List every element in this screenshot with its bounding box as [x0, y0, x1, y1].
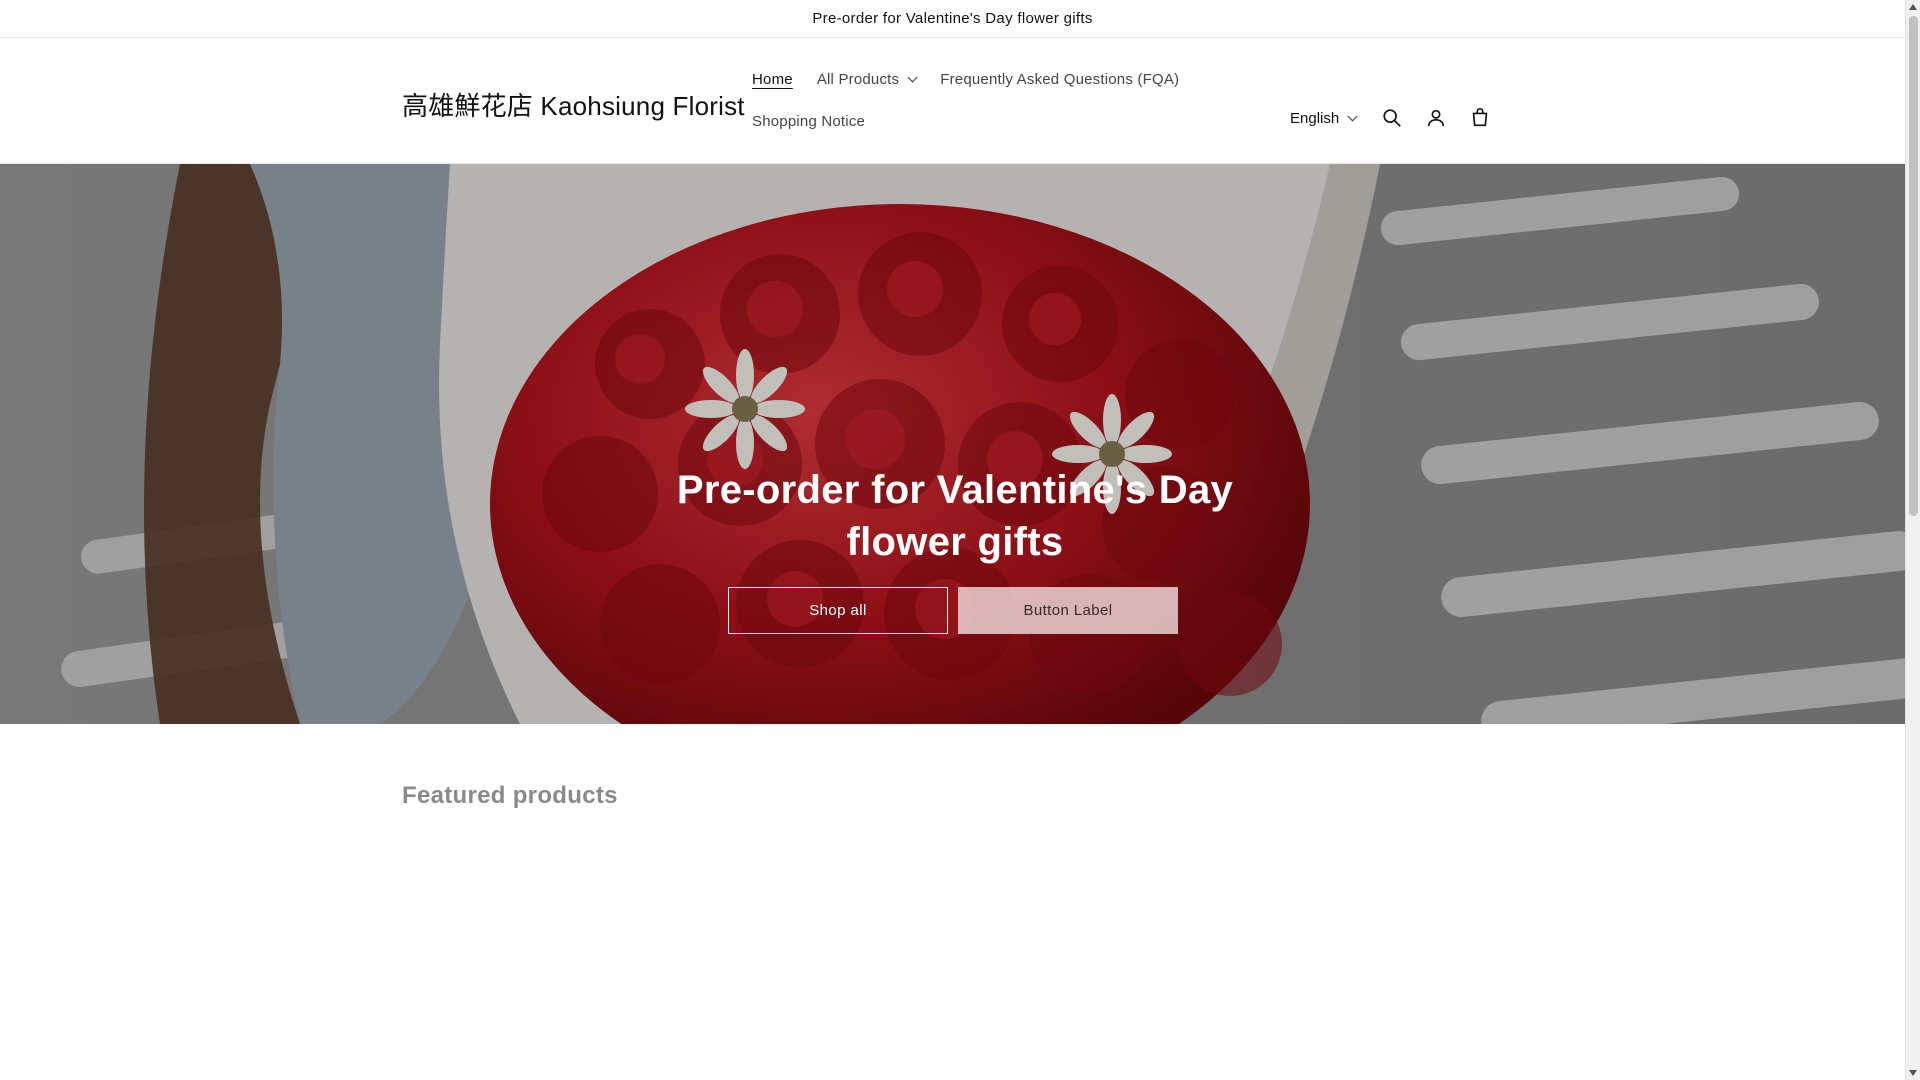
shop-all-button[interactable]: Shop all — [728, 587, 948, 634]
scroll-down-icon[interactable] — [1909, 1070, 1917, 1076]
search-button[interactable] — [1370, 96, 1414, 140]
scroll-up-icon[interactable] — [1909, 4, 1917, 10]
cart-button[interactable] — [1458, 96, 1502, 140]
chevron-down-icon — [1347, 111, 1358, 121]
nav-all-products[interactable]: All Products — [805, 71, 928, 88]
page-scrollbar[interactable] — [1905, 0, 1920, 1080]
scroll-thumb[interactable] — [1909, 16, 1918, 516]
nav-faq[interactable]: Frequently Asked Questions (FQA) — [928, 71, 1191, 88]
language-label: English — [1290, 109, 1340, 127]
cart-icon — [1472, 108, 1488, 127]
page: Pre-order for Valentine's Day flower gif… — [0, 0, 1905, 1080]
header-actions: English — [1290, 96, 1502, 140]
hero-overlay — [0, 164, 1905, 724]
nav-shopping-notice[interactable]: Shopping Notice — [740, 113, 877, 130]
account-icon — [1428, 109, 1445, 127]
featured-products-heading: Featured products — [402, 782, 618, 809]
account-button[interactable] — [1414, 96, 1458, 140]
site-header: 高雄鮮花店 Kaohsiung Florist Home All Product… — [0, 38, 1905, 164]
button-label-button[interactable]: Button Label — [958, 587, 1178, 634]
hero-buttons: Shop all Button Label — [728, 587, 1178, 634]
announcement-bar: Pre-order for Valentine's Day flower gif… — [0, 0, 1905, 38]
nav-home[interactable]: Home — [740, 71, 805, 88]
chevron-down-icon — [907, 72, 918, 82]
hero-title: Pre-order for Valentine's Day flower gif… — [676, 468, 1234, 564]
site-logo[interactable]: 高雄鮮花店 Kaohsiung Florist — [402, 86, 745, 123]
language-selector[interactable]: English — [1290, 110, 1370, 127]
main-nav: Home All Products Frequently Asked Quest… — [740, 58, 1179, 142]
search-icon — [1383, 109, 1402, 127]
hero-banner: Pre-order for Valentine's Day flower gif… — [0, 164, 1905, 724]
announcement-text: Pre-order for Valentine's Day flower gif… — [812, 10, 1093, 27]
nav-all-products-label: All Products — [816, 70, 900, 88]
